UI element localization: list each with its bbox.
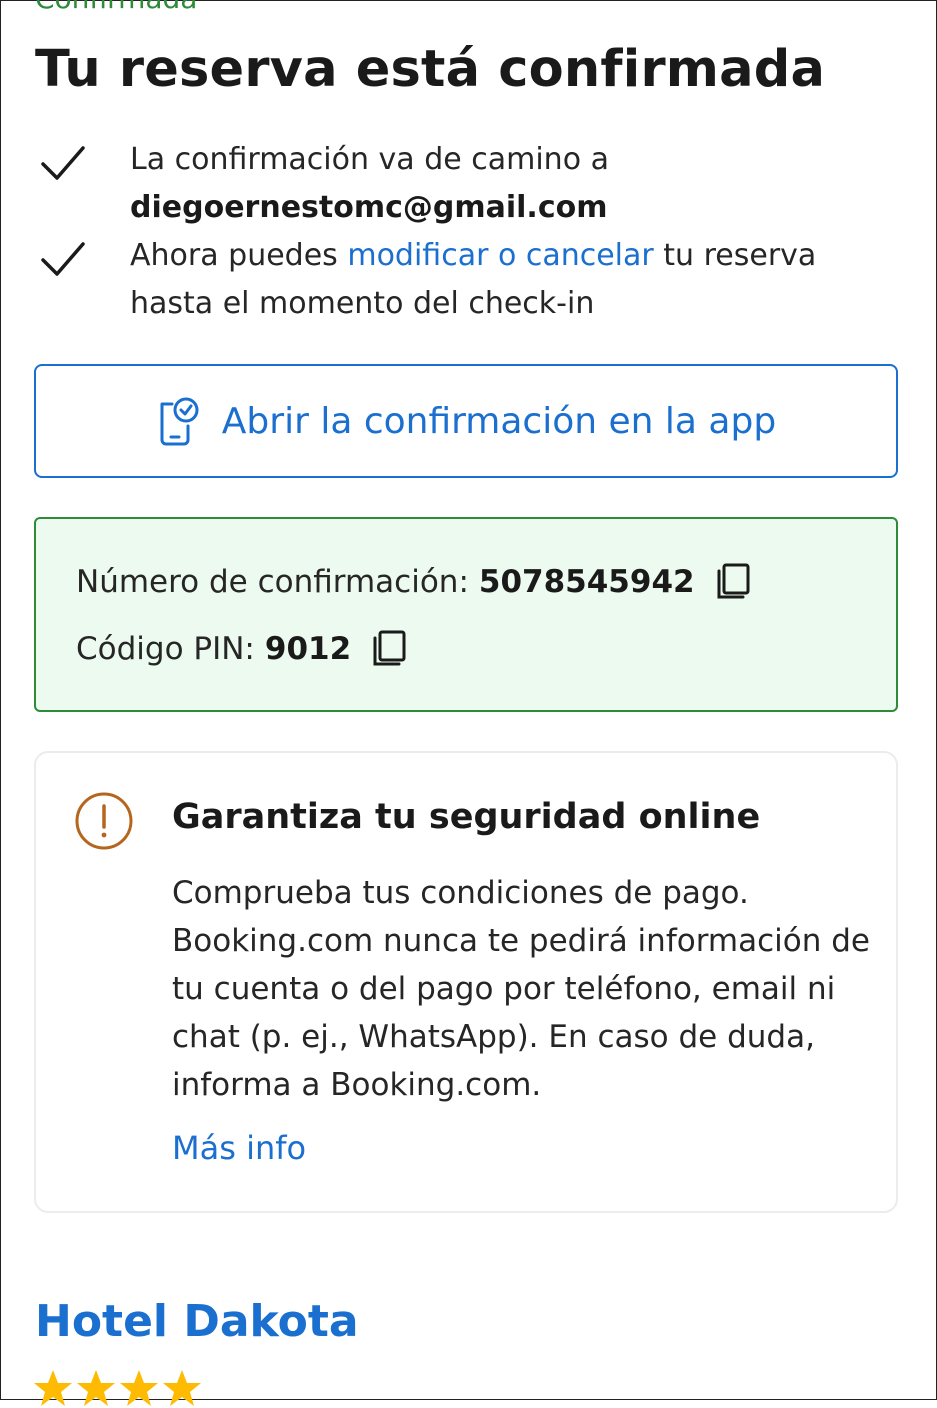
pin-code-value: 9012 bbox=[264, 631, 352, 667]
checkmark-icon bbox=[41, 146, 85, 180]
modify-reservation-text: Ahora puedes modificar o cancelar tu res… bbox=[130, 232, 890, 328]
phone-check-icon bbox=[160, 397, 199, 446]
status-label: Confirmada bbox=[35, 0, 197, 15]
checkmark-icon bbox=[41, 242, 85, 276]
pin-code-label: Código PIN: bbox=[76, 631, 255, 667]
modify-reservation-item: Ahora puedes modificar o cancelar tu res… bbox=[40, 232, 900, 328]
copy-icon[interactable] bbox=[715, 563, 751, 601]
confirmation-number-row: Número de confirmación: 5078545942 bbox=[76, 563, 751, 601]
star-icon bbox=[34, 1370, 72, 1406]
star-icon bbox=[120, 1370, 158, 1406]
more-info-link[interactable]: Más info bbox=[172, 1129, 306, 1167]
confirmation-number-label: Número de confirmación: bbox=[76, 564, 469, 600]
modify-cancel-link[interactable]: modificar o cancelar bbox=[347, 238, 653, 273]
safety-heading: Garantiza tu seguridad online bbox=[172, 797, 761, 837]
copy-icon[interactable] bbox=[371, 630, 407, 668]
email-confirmation-item: La confirmación va de camino a diegoerne… bbox=[40, 136, 900, 232]
confirmation-number-value: 5078545942 bbox=[478, 564, 695, 600]
open-in-app-button[interactable]: Abrir la confirmación en la app bbox=[34, 364, 898, 478]
page-title: Tu reserva está confirmada bbox=[35, 40, 826, 99]
email-confirmation-text: La confirmación va de camino a diegoerne… bbox=[130, 136, 890, 232]
email-confirmation-label: La confirmación va de camino a bbox=[130, 142, 609, 177]
star-rating bbox=[33, 1368, 205, 1408]
star-icon bbox=[77, 1370, 115, 1406]
email-address: diegoernestomc@gmail.com bbox=[130, 190, 608, 225]
safety-body-text: Comprueba tus condiciones de pago. Booki… bbox=[172, 875, 870, 1103]
hotel-name-link[interactable]: Hotel Dakota bbox=[35, 1296, 359, 1347]
online-safety-card: Garantiza tu seguridad online Comprueba … bbox=[34, 751, 898, 1213]
star-icon bbox=[163, 1370, 201, 1406]
open-in-app-label: Abrir la confirmación en la app bbox=[221, 400, 777, 442]
modify-prefix: Ahora puedes bbox=[130, 238, 338, 273]
alert-circle-icon bbox=[75, 792, 133, 850]
confirmation-details-box: Número de confirmación: 5078545942 Códig… bbox=[34, 517, 898, 712]
pin-code-row: Código PIN: 9012 bbox=[76, 630, 407, 668]
